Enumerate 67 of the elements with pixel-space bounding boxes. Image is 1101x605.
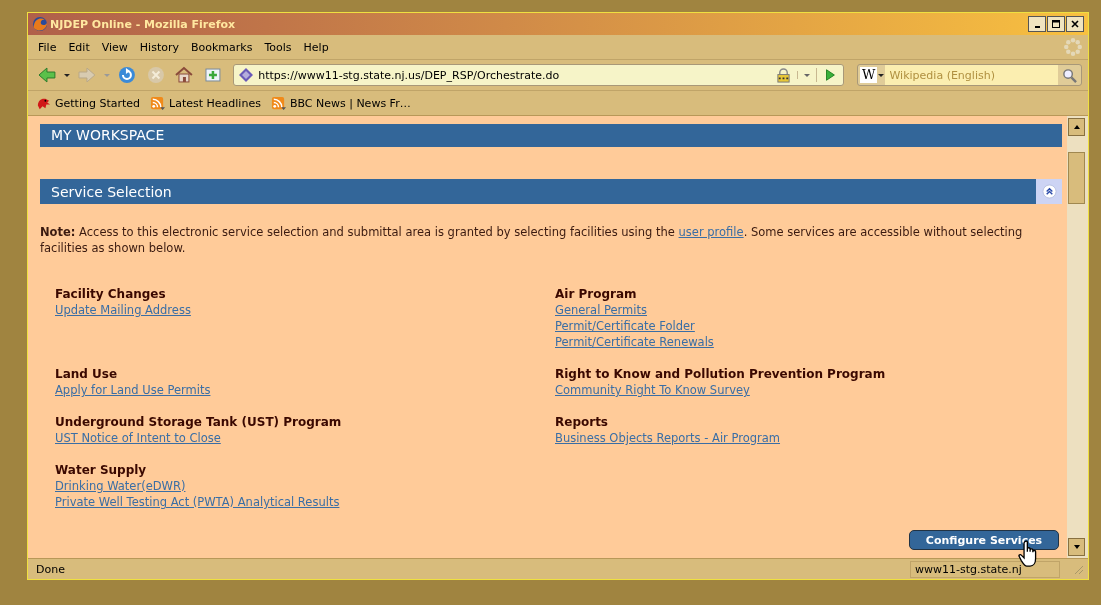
close-icon — [1070, 19, 1080, 29]
service-link[interactable]: Apply for Land Use Permits — [55, 382, 211, 398]
scroll-up-button[interactable] — [1068, 118, 1085, 136]
section-heading: Land Use — [55, 366, 118, 382]
section-heading: Underground Storage Tank (UST) Program — [55, 414, 342, 430]
dropdown-caret-icon[interactable] — [62, 71, 71, 79]
menu-item[interactable]: Help — [303, 40, 329, 54]
resize-grip-icon[interactable] — [1072, 563, 1084, 575]
service-link[interactable]: Drinking Water(eDWR) — [55, 478, 186, 494]
address-bar[interactable]: https://www11-stg.state.nj.us/DEP_RSP/Orchestrate.do — [233, 64, 845, 86]
service-link[interactable]: Permit/Certificate Folder — [555, 318, 695, 334]
bookmark-item[interactable]: BBC News | News Fr… — [270, 95, 411, 111]
search-engine-logo[interactable]: W — [860, 67, 878, 83]
site-icon — [238, 67, 255, 83]
bookmark-item[interactable]: Latest Headlines — [150, 95, 261, 111]
workspace-header: MY WORKSPACE — [40, 124, 1062, 147]
scroll-thumb[interactable] — [1068, 152, 1085, 204]
home-icon[interactable] — [174, 65, 195, 85]
maximize-icon — [1051, 19, 1061, 29]
dropdown-caret-icon[interactable] — [877, 71, 886, 79]
service-link[interactable]: Private Well Testing Act (PWTA) Analytical Results — [55, 494, 340, 510]
reload-icon[interactable] — [116, 65, 137, 85]
browser-logo-icon — [32, 16, 48, 32]
padlock-icon — [776, 67, 792, 83]
configure-services-button[interactable]: Configure Services — [909, 530, 1059, 550]
service-link[interactable]: UST Notice of Intent to Close — [55, 430, 221, 446]
menu-item[interactable]: File — [38, 40, 57, 54]
up-arrow-icon — [1072, 123, 1081, 131]
scroll-down-button[interactable] — [1068, 538, 1085, 556]
section-heading: Facility Changes — [55, 286, 166, 302]
collapse-button[interactable] — [1036, 179, 1062, 204]
status-url: www11-stg.state.nj — [910, 560, 1060, 578]
scrollbar[interactable] — [1067, 116, 1088, 558]
section-heading: Right to Know and Pollution Prevention Program — [555, 366, 886, 382]
double-chevron-up-icon — [1041, 184, 1057, 199]
service-link[interactable]: Community Right To Know Survey — [555, 382, 750, 398]
menu-item[interactable]: Bookmarks — [191, 40, 253, 54]
menu-item[interactable]: History — [139, 40, 179, 54]
panel-title: Service Selection — [50, 183, 173, 200]
back-arrow-icon[interactable] — [37, 65, 57, 85]
minimize-button[interactable] — [1028, 16, 1046, 32]
down-arrow-icon — [1072, 543, 1081, 551]
section-heading: Air Program — [555, 286, 637, 302]
service-link[interactable]: General Permits — [555, 302, 647, 318]
url-text: https://www11-stg.state.nj.us/DEP_RSP/Orchestrate.do — [258, 68, 561, 82]
note-paragraph: Note: Access to this electronic service selection and submittal area is granted by selecting facilities using the user profile. Some services are accessible without selecting facilities as shown below. — [40, 224, 1024, 256]
rss-feed-icon — [270, 95, 286, 111]
minimize-icon — [1034, 26, 1040, 28]
bookmark-item[interactable]: Getting Started — [36, 95, 141, 111]
section-heading: Water Supply — [55, 462, 147, 478]
service-link[interactable]: Permit/Certificate Renewals — [555, 334, 714, 350]
search-field[interactable]: W Wikipedia (English) — [857, 64, 1082, 86]
user-profile-link[interactable]: user profile — [678, 225, 744, 239]
window-title: NJDEP Online - Mozilla Firefox — [50, 17, 237, 31]
menu-item[interactable]: View — [101, 40, 128, 54]
service-link[interactable]: Business Objects Reports - Air Program — [555, 430, 780, 446]
service-link[interactable]: Update Mailing Address — [55, 302, 191, 318]
section-heading: Reports — [555, 414, 608, 430]
menu-item[interactable]: Edit — [68, 40, 90, 54]
menu-item[interactable]: Tools — [264, 40, 292, 54]
throbber-icon — [1064, 38, 1082, 56]
status-text: Done — [35, 562, 66, 576]
new-page-icon[interactable] — [203, 65, 224, 85]
close-button[interactable] — [1066, 16, 1084, 32]
rss-feed-icon — [150, 95, 166, 111]
maximize-button[interactable] — [1047, 16, 1065, 32]
search-input[interactable]: Wikipedia (English) — [885, 65, 1058, 85]
